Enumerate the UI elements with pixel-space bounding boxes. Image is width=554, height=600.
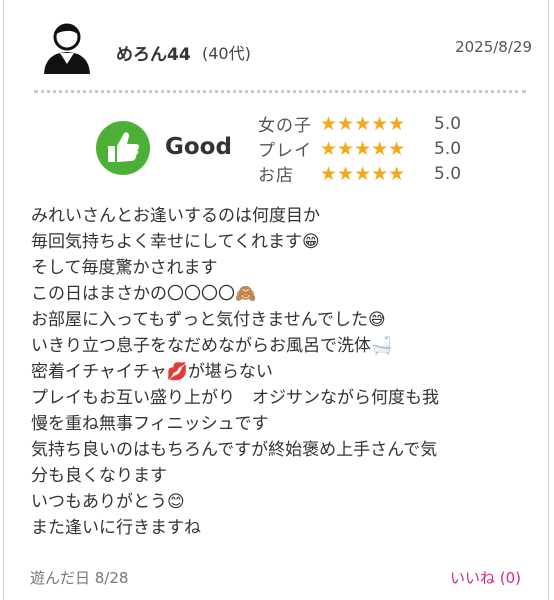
like-button[interactable]: いいね (0) [450,567,521,588]
star-rating: ★★★★★ [320,137,406,160]
review-line: 気持ち良いのはもちろんですが終始褒め上手さんで気 [31,440,438,460]
score-value: 5.0 [434,163,462,184]
review-line: いきり立つ息子をなだめながらお風呂で洗体🛁 [31,336,393,356]
review-line: 分も良くなります [31,466,167,486]
user-avatar-icon [44,23,90,74]
review-line: 慢を重ね無事フィニッシュです [31,414,269,434]
review-date: 2025/8/29 [455,38,532,56]
review-line: そして毎度驚かされます [31,258,218,278]
score-label: 女の子 [258,116,312,136]
star-rating: ★★★★★ [320,112,406,135]
star-rating: ★★★★★ [320,162,406,185]
review-line: お部屋に入ってもずっと気付きませんでした😅 [31,310,386,330]
played-date: 遊んだ日 8/28 [30,569,129,587]
review-line: みれいさんとお逢いするのは何度目か [31,206,320,226]
score-row-play: プレイ ★★★★★ 5.0 [258,136,462,162]
score-label: お店 [258,166,294,186]
score-row-shop: お店 ★★★★★ 5.0 [258,161,462,187]
review-line: いつもありがとう😊 [31,492,185,512]
header-divider [34,90,526,93]
review-line: 密着イチャイチャ💋が堪らない [31,362,273,382]
score-label: プレイ [258,141,312,161]
reviewer-name[interactable]: めろん44 [116,40,191,65]
thumbs-up-icon [96,121,150,175]
review-line: この日はまさかの〇〇〇〇🙈 [31,284,257,304]
review-line: プレイもお互い盛り上がり オジサンながら何度も我 [31,388,439,408]
rating-label: Good [165,134,232,160]
reviewer-age: (40代) [202,44,251,63]
review-line: 毎回気持ちよく幸せにしてくれます😁 [31,232,320,252]
score-row-girl: 女の子 ★★★★★ 5.0 [258,111,462,137]
score-value: 5.0 [434,113,462,134]
review-body: みれいさんとお逢いするのは何度目か 毎回気持ちよく幸せにしてくれます😁 そして毎… [31,203,526,541]
review-header: めろん44 (40代) 2025/8/29 [42,18,532,76]
score-value: 5.0 [434,138,462,159]
score-list: 女の子 ★★★★★ 5.0 プレイ ★★★★★ 5.0 お店 ★★★★★ 5.0 [258,111,462,187]
review-line: また逢いに行きますね [31,518,201,538]
